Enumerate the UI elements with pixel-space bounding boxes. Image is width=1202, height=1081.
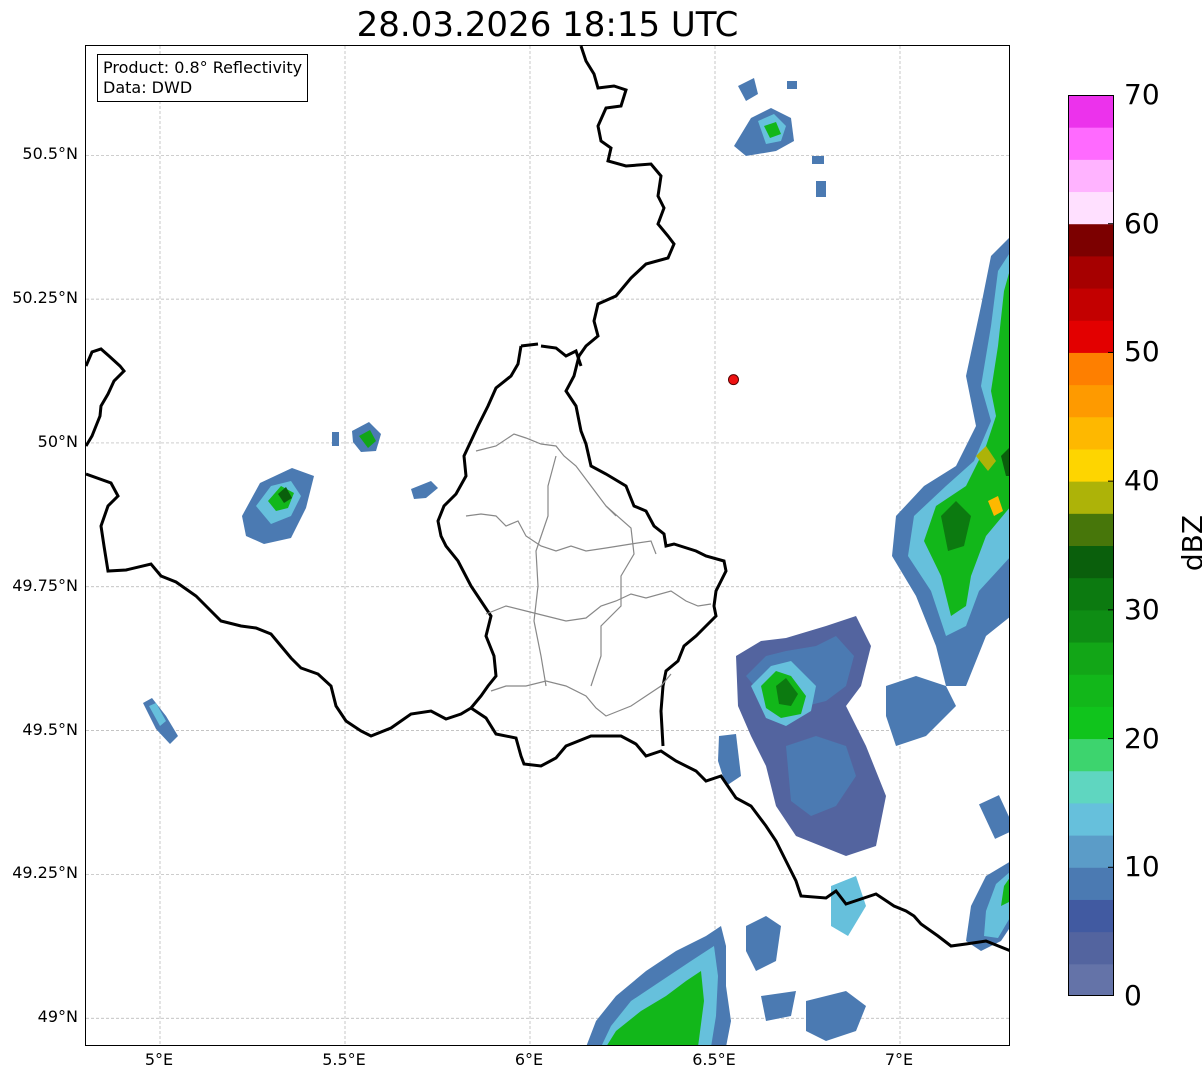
- y-tick-label: 50.25°N: [12, 288, 78, 308]
- echo-southeast: [966, 795, 1009, 951]
- colorbar-segment: [1068, 416, 1114, 450]
- x-tick-label: 6°E: [514, 1050, 544, 1069]
- district-borders: [465, 433, 712, 717]
- product-label: Product: 0.8° Reflectivity: [103, 58, 303, 77]
- colorbar-tick-label: 10: [1124, 850, 1160, 884]
- colorbar-segment: [1068, 931, 1114, 965]
- colorbar-segment: [1068, 288, 1114, 321]
- x-tick-label: 7°E: [884, 1050, 914, 1069]
- colorbar-tick-label: 60: [1124, 206, 1160, 240]
- echo-north-cluster: [734, 78, 826, 197]
- colorbar-segment: [1068, 835, 1114, 868]
- colorbar-segment: [1068, 642, 1114, 675]
- y-tick-label: 50°N: [37, 431, 78, 451]
- product-info-box: Product: 0.8° Reflectivity Data: DWD: [97, 54, 309, 102]
- colorbar-segment: [1068, 352, 1114, 386]
- colorbar-segment: [1068, 223, 1114, 257]
- y-tick-label: 50.5°N: [22, 144, 78, 164]
- colorbar-tick-label: 40: [1124, 464, 1160, 498]
- precipitation-layer: [143, 78, 1009, 1045]
- y-tick-label: 49.75°N: [12, 575, 78, 595]
- x-tick-label: 6.5°E: [692, 1050, 736, 1069]
- radar-map[interactable]: [85, 45, 1010, 1046]
- colorbar-tick-label: 30: [1124, 592, 1160, 626]
- colorbar-segment: [1068, 899, 1114, 933]
- echo-east-band: [892, 238, 1009, 686]
- y-tick-label: 49.25°N: [12, 863, 78, 883]
- colorbar-segment: [1068, 159, 1114, 193]
- reflectivity-colorbar: [1068, 95, 1114, 996]
- colorbar-segment: [1068, 674, 1114, 707]
- colorbar-segment: [1068, 384, 1114, 418]
- colorbar-tick-label: 0: [1124, 979, 1142, 1012]
- data-source-label: Data: DWD: [103, 78, 193, 97]
- colorbar-segment: [1068, 802, 1114, 836]
- colorbar-segment: [1068, 255, 1114, 289]
- colorbar-unit-label: dBZ: [1176, 514, 1202, 572]
- echo-central-south: [718, 616, 956, 936]
- y-tick-label: 49°N: [37, 1007, 78, 1027]
- colorbar-segment: [1068, 448, 1114, 482]
- colorbar-segment: [1068, 867, 1114, 900]
- colorbar-segment: [1068, 738, 1114, 772]
- colorbar-segment: [1068, 770, 1114, 804]
- colorbar-segment: [1068, 609, 1114, 643]
- colorbar-tick-label: 70: [1124, 78, 1160, 111]
- colorbar-segment: [1068, 191, 1114, 225]
- page-title: 28.03.2026 18:15 UTC: [356, 5, 739, 45]
- colorbar-segment: [1068, 545, 1114, 579]
- echo-south-bottom: [586, 916, 866, 1045]
- colorbar-tick-label: 50: [1124, 335, 1160, 369]
- echo-cell-west: [242, 468, 314, 544]
- colorbar-tick-label: 20: [1124, 721, 1160, 755]
- radar-map-canvas: [86, 46, 1009, 1045]
- x-tick-label: 5°E: [144, 1050, 174, 1069]
- y-tick-label: 49.5°N: [22, 719, 78, 739]
- colorbar-segment: [1068, 320, 1114, 353]
- x-tick-label: 5.5°E: [322, 1050, 366, 1069]
- colorbar-segment: [1068, 706, 1114, 740]
- colorbar-segment: [1068, 95, 1114, 128]
- colorbar-segment: [1068, 963, 1114, 996]
- colorbar-segment: [1068, 127, 1114, 160]
- radar-site-marker[interactable]: [728, 374, 739, 386]
- colorbar-segment: [1068, 577, 1114, 611]
- colorbar-segment: [1068, 513, 1114, 546]
- colorbar-segment: [1068, 481, 1114, 514]
